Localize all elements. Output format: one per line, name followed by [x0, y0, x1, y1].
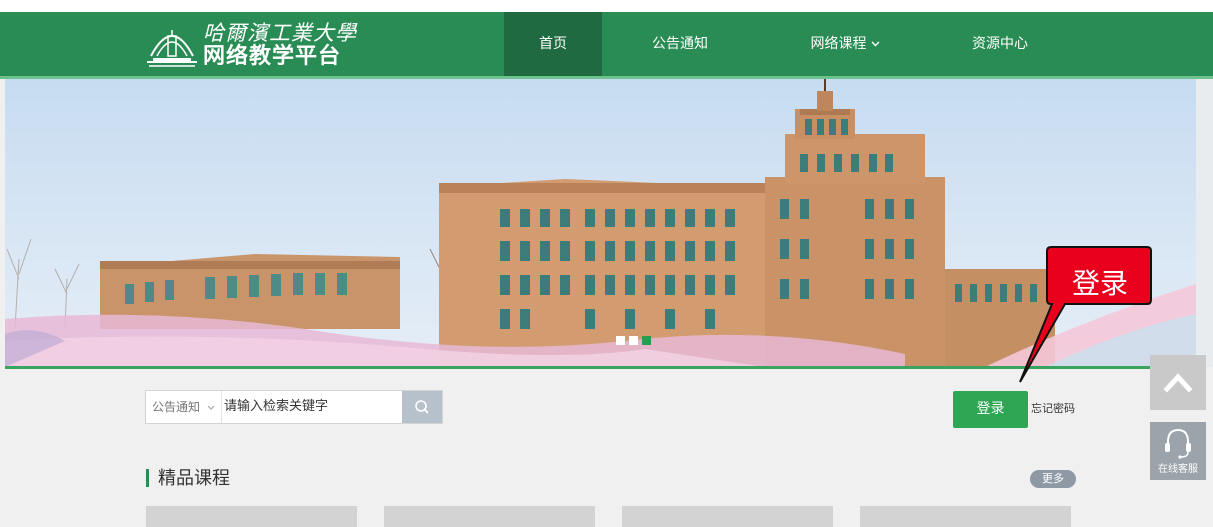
university-emblem-icon: [147, 30, 197, 67]
more-button[interactable]: 更多: [1030, 470, 1076, 488]
back-to-top-button[interactable]: [1150, 355, 1206, 410]
nav-online-courses-label: 网络课程: [810, 36, 867, 52]
nav-resource-center[interactable]: 资源中心: [940, 12, 1060, 76]
nav-home[interactable]: 首页: [504, 12, 602, 76]
site-logo[interactable]: 哈爾濱工業大學 网络教学平台: [143, 20, 363, 70]
chevron-up-icon: [1163, 373, 1193, 393]
section-accent-bar: [146, 469, 149, 487]
online-service-label: 在线客服: [1158, 464, 1198, 475]
site-header: 哈爾濱工業大學 网络教学平台 首页 公告通知 网络课程 资源中心: [0, 12, 1213, 76]
search-button[interactable]: [402, 391, 442, 423]
slide-dot[interactable]: [616, 336, 625, 345]
search-bar: 公告通知 请输入检索关键字: [145, 390, 443, 424]
course-card[interactable]: [622, 506, 833, 527]
login-callout-label: 登录: [1071, 267, 1128, 300]
slide-dot-active[interactable]: [642, 336, 651, 345]
course-card[interactable]: [384, 506, 595, 527]
slideshow-dots: [616, 336, 656, 346]
logo-university-name: 哈爾濱工業大學: [203, 21, 357, 45]
banner-edge: [1196, 79, 1213, 367]
search-scope-select[interactable]: 公告通知: [146, 391, 222, 423]
logo-platform-name: 网络教学平台: [203, 44, 342, 69]
login-button[interactable]: 登录: [953, 391, 1028, 428]
search-scope-label: 公告通知: [152, 400, 201, 414]
nav-online-courses[interactable]: 网络课程: [785, 12, 905, 76]
section-title: 精品课程: [158, 468, 230, 489]
search-icon: [415, 400, 429, 414]
course-card[interactable]: [146, 506, 357, 527]
top-strip: [0, 0, 1213, 12]
search-input[interactable]: 请输入检索关键字: [224, 391, 404, 423]
nav-notices[interactable]: 公告通知: [625, 12, 735, 76]
chevron-down-icon: [871, 41, 879, 47]
forgot-password-link[interactable]: 忘记密码: [1031, 400, 1075, 416]
slide-dot[interactable]: [629, 336, 638, 345]
course-card[interactable]: [860, 506, 1071, 527]
headset-icon: [1165, 428, 1191, 459]
online-service-button[interactable]: 在线客服: [1150, 422, 1206, 480]
chevron-down-icon: [207, 405, 215, 410]
